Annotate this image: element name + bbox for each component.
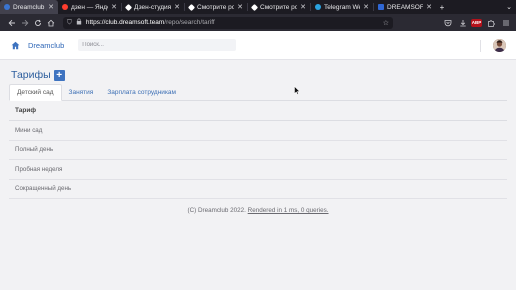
table-row[interactable]: Мини сад [9, 121, 507, 141]
download-icon[interactable] [456, 16, 469, 29]
browser-tab-title: DREAMSOFT О… [387, 3, 424, 11]
page-footer: (C) Dreamclub 2022. Rendered in 1 ms, 0 … [0, 207, 516, 214]
back-arrow-icon[interactable] [5, 16, 18, 29]
close-icon[interactable]: ✕ [300, 3, 306, 11]
footer-render-stats: Rendered in 1 ms, 0 queries. [247, 207, 329, 214]
menu-hamburger-icon[interactable] [499, 16, 512, 29]
telegram-favicon-icon [315, 4, 321, 10]
bookmark-star-icon[interactable]: ☆ [383, 19, 389, 27]
extensions-puzzle-icon[interactable] [484, 16, 497, 29]
avatar[interactable] [493, 39, 506, 52]
tab-employee-salary[interactable]: Зарплата сотрудникам [100, 84, 183, 100]
browser-tab-title: Telegram Web [324, 3, 360, 11]
browser-tab-title: дзен — Яндекс [71, 3, 108, 11]
shield-icon[interactable]: ⛉ [67, 19, 72, 27]
header-divider [480, 40, 481, 52]
close-icon[interactable]: ✕ [111, 3, 117, 11]
browser-tab-telegram[interactable]: Telegram Web ✕ [311, 0, 373, 14]
table-row[interactable]: Полный день [9, 141, 507, 160]
adblock-plus-icon[interactable]: ABP [471, 18, 482, 27]
dreamsoft-favicon-icon [378, 4, 384, 10]
yandex-favicon-icon [62, 4, 68, 10]
footer-copyright: (C) Dreamclub 2022. [187, 207, 246, 214]
tariff-tabs: Детский сад Занятия Зарплата сотрудникам [9, 84, 507, 101]
close-icon[interactable]: ✕ [237, 3, 243, 11]
toolbar-extensions: ABP [441, 16, 516, 29]
dzen-favicon-icon [124, 3, 133, 11]
close-icon[interactable]: ✕ [48, 3, 54, 11]
lock-icon[interactable] [76, 18, 82, 27]
pocket-icon[interactable] [441, 16, 454, 29]
browser-tab-title: Смотрите рол… [260, 3, 298, 11]
browser-navigation-bar: ⛉ https://club.dreamsoft.team/repo/searc… [0, 14, 516, 31]
close-icon[interactable]: ✕ [174, 3, 180, 11]
address-bar[interactable]: ⛉ https://club.dreamsoft.team/repo/searc… [63, 16, 393, 29]
forward-arrow-icon[interactable] [18, 16, 31, 29]
close-icon[interactable]: ✕ [363, 3, 369, 11]
tab-kindergarten[interactable]: Детский сад [9, 84, 62, 101]
new-tab-button[interactable]: + [436, 0, 448, 14]
browser-tab-yandex[interactable]: дзен — Яндекс ✕ [58, 0, 121, 14]
search-input[interactable] [78, 39, 237, 51]
browser-tab-watch-1[interactable]: Смотрите рол… ✕ [185, 0, 247, 14]
browser-tab-watch-2[interactable]: Смотрите рол… ✕ [248, 0, 310, 14]
browser-tab-title: Дзен-студия | … [134, 3, 172, 11]
reload-icon[interactable] [31, 16, 44, 29]
tariff-table: Тариф Мини сад Полный день Пробная недел… [9, 101, 507, 199]
table-row[interactable]: Пробная неделя [9, 160, 507, 180]
browser-tab-title: Dreamclub [13, 3, 45, 11]
browser-tab-strip: Dreamclub ✕ дзен — Яндекс ✕ Дзен-студия … [0, 0, 516, 14]
page-title: Тарифы [11, 69, 51, 81]
tab-classes[interactable]: Занятия [62, 84, 101, 100]
table-row[interactable]: Сокращенный день [9, 180, 507, 199]
dreamclub-favicon-icon [4, 4, 10, 10]
brand-link[interactable]: Dreamclub [28, 41, 64, 50]
browser-tab-dreamsoft[interactable]: DREAMSOFT О… ✕ [374, 0, 436, 14]
browser-tab-title: Смотрите рол… [197, 3, 235, 11]
url-host: https://club.dreamsoft.team [85, 19, 165, 26]
dzen-favicon-icon [187, 3, 196, 11]
app-header: Dreamclub [0, 31, 516, 60]
url-path: /repo/search/tariff [164, 19, 215, 26]
home-icon[interactable] [11, 41, 20, 50]
page-title-row: Тарифы + [11, 69, 65, 81]
browser-tab-dzen-studio[interactable]: Дзен-студия | … ✕ [122, 0, 184, 14]
add-tariff-button[interactable]: + [53, 69, 65, 81]
browser-tab-dreamclub[interactable]: Dreamclub ✕ [0, 0, 58, 14]
close-icon[interactable]: ✕ [426, 3, 432, 11]
dzen-favicon-icon [250, 3, 259, 11]
table-header-tariff: Тариф [9, 101, 507, 121]
list-all-tabs-chevron-icon[interactable]: ⌄ [506, 0, 512, 14]
home-icon[interactable] [44, 16, 57, 29]
